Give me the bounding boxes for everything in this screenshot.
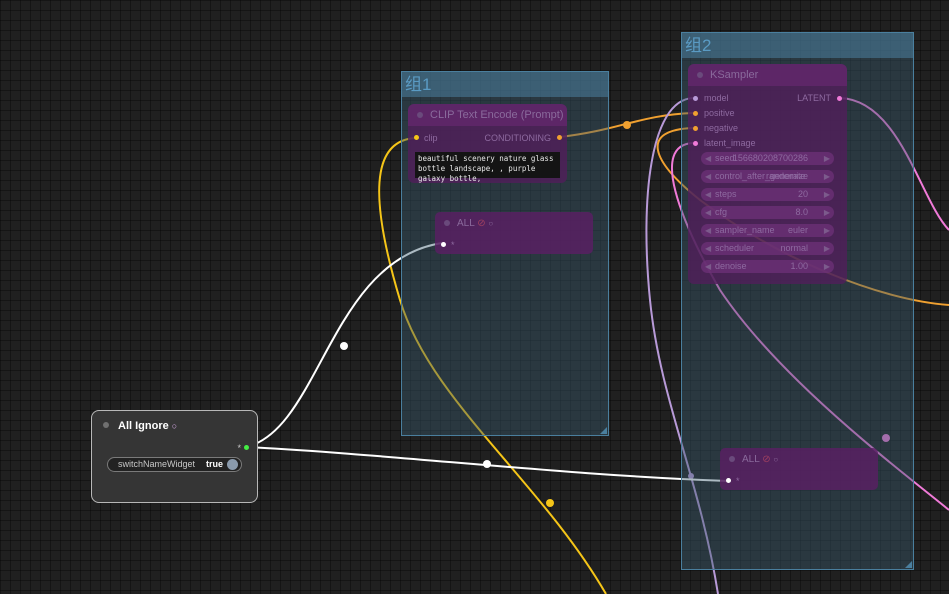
switch-name-label: switchNameWidget [118,459,196,469]
model-input-dot-icon[interactable] [693,96,698,101]
collapse-dot-icon[interactable] [444,220,450,226]
increment-arrow-icon[interactable]: ▶ [824,260,830,273]
collapse-dot-icon[interactable] [697,72,703,78]
scheduler-widget[interactable]: ◀ scheduler normal ▶ [701,242,834,255]
group-2-title[interactable]: 组2 [682,33,913,58]
any-input-label: * [736,476,740,486]
increment-arrow-icon[interactable]: ▶ [824,170,830,183]
increment-arrow-icon[interactable]: ▶ [824,206,830,219]
latent-image-input-dot-icon[interactable] [693,141,698,146]
increment-arrow-icon[interactable]: ▶ [824,224,830,237]
increment-arrow-icon[interactable]: ▶ [824,188,830,201]
model-input-label: model [704,93,729,103]
all-ignore-node[interactable]: All Ignore ○ * switchNameWidget true [91,410,258,503]
collapse-dot-icon[interactable] [103,422,109,428]
switch-wire-to-group2 [245,446,729,482]
ksampler-header[interactable]: KSampler [688,64,847,86]
all-node-title: ALL [742,454,760,465]
denoise-widget[interactable]: ◀ denoise 1.00 ▶ [701,260,834,273]
collapse-dot-icon[interactable] [417,112,423,118]
latent-output-dot-icon[interactable] [837,96,842,101]
any-input-dot-icon[interactable] [726,478,731,483]
bypass-icon: ⊘ [477,218,486,229]
decrement-arrow-icon[interactable]: ◀ [705,260,711,273]
negative-input-dot-icon[interactable] [693,126,698,131]
status-circle-icon: ○ [488,219,494,228]
clip-node-header[interactable]: CLIP Text Encode (Prompt) [408,104,567,126]
all-node-group-2[interactable]: ALL ⊘ ○ * [720,448,878,490]
latent-image-input-label: latent_image [704,138,756,148]
clip-wire-midpoint [546,499,554,507]
switch-value: true [205,459,223,469]
ksampler-title: KSampler [710,69,759,81]
status-circle-icon: ○ [773,455,779,464]
status-circle-icon: ○ [171,421,178,431]
control-after-generate-widget[interactable]: ◀ control_after_generate randomize ▶ [701,170,834,183]
all-node-group-1[interactable]: ALL ⊘ ○ * [435,212,593,254]
clip-node-title: CLIP Text Encode (Prompt) [430,109,564,121]
collapse-dot-icon[interactable] [729,456,735,462]
decrement-arrow-icon[interactable]: ◀ [705,242,711,255]
decrement-arrow-icon[interactable]: ◀ [705,152,711,165]
any-output-dot-icon[interactable] [244,445,249,450]
ksampler-node[interactable]: KSampler model LATENT positive negative … [688,64,847,284]
any-output-label: * [237,443,241,453]
group-2-resize-handle[interactable] [905,561,912,568]
decrement-arrow-icon[interactable]: ◀ [705,206,711,219]
decrement-arrow-icon[interactable]: ◀ [705,170,711,183]
positive-input-dot-icon[interactable] [693,111,698,116]
all-node-title: ALL [457,218,475,229]
switch-name-widget[interactable]: switchNameWidget true [107,457,242,472]
all-ignore-title: All Ignore [118,420,169,432]
negative-input-label: negative [704,123,739,133]
conditioning-output-label: CONDITIONING [484,133,552,143]
conditioning-wire-midpoint [623,121,631,129]
decrement-arrow-icon[interactable]: ◀ [705,188,711,201]
cfg-widget[interactable]: ◀ cfg 8.0 ▶ [701,206,834,219]
conditioning-output-dot-icon[interactable] [557,135,562,140]
seed-widget[interactable]: ◀ seed 156680208700286 ▶ [701,152,834,165]
toggle-knob-icon[interactable] [227,459,238,470]
increment-arrow-icon[interactable]: ▶ [824,242,830,255]
steps-widget[interactable]: ◀ steps 20 ▶ [701,188,834,201]
group-1-title[interactable]: 组1 [402,72,608,97]
group-1-resize-handle[interactable] [600,427,607,434]
clip-input-label: clip [424,133,438,143]
switch-wire-midpoint-2 [483,460,491,468]
switch-wire-midpoint-1 [340,342,348,350]
decrement-arrow-icon[interactable]: ◀ [705,224,711,237]
latent-output-label: LATENT [797,93,831,103]
prompt-textarea[interactable]: beautiful scenery nature glass bottle la… [415,152,560,183]
clip-text-encode-node[interactable]: CLIP Text Encode (Prompt) clip CONDITION… [408,104,567,183]
sampler-name-widget[interactable]: ◀ sampler_name euler ▶ [701,224,834,237]
positive-input-label: positive [704,108,735,118]
clip-input-dot-icon[interactable] [414,135,419,140]
any-input-dot-icon[interactable] [441,242,446,247]
increment-arrow-icon[interactable]: ▶ [824,152,830,165]
bypass-icon: ⊘ [762,454,771,465]
any-input-label: * [451,240,455,250]
